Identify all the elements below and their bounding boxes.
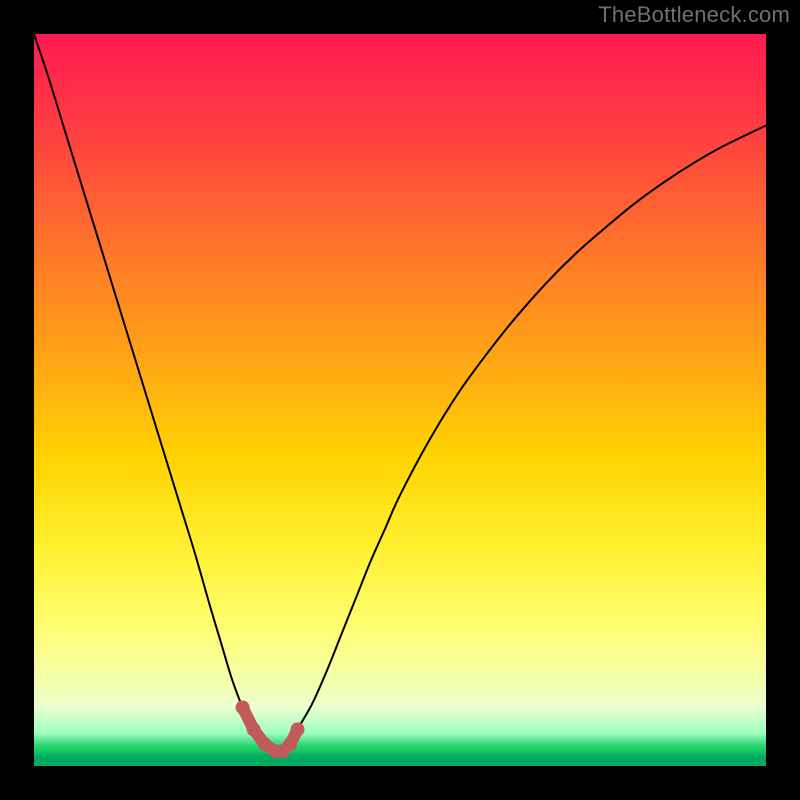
bottleneck-curve: [34, 34, 766, 766]
plot-area: [34, 34, 766, 766]
chart-frame: TheBottleneck.com: [0, 0, 800, 800]
watermark-text: TheBottleneck.com: [598, 2, 790, 28]
